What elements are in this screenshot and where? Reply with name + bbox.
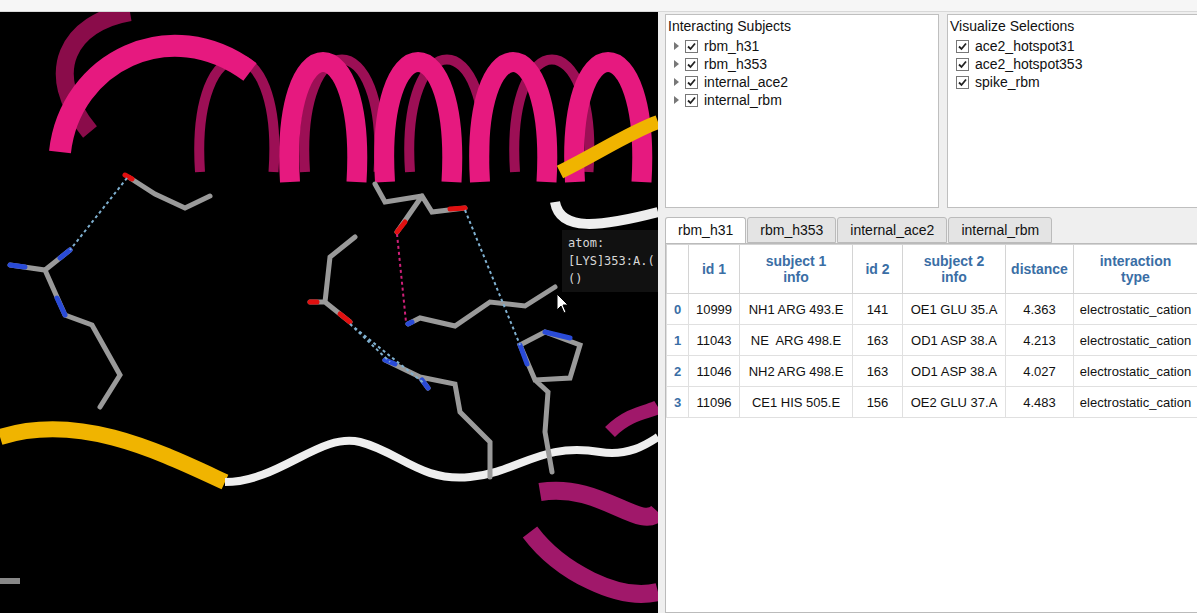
column-header[interactable]: id 2	[853, 245, 903, 294]
checkbox[interactable]	[685, 76, 698, 89]
table-cell: 11046	[689, 356, 740, 387]
column-header[interactable]: id 1	[689, 245, 740, 294]
results-table: id 1subject 1 infoid 2subject 2 infodist…	[665, 243, 1197, 613]
table-cell: NE ARG 498.E	[740, 325, 853, 356]
tooltip-line: ()	[568, 270, 654, 288]
tab[interactable]: internal_ace2	[837, 217, 947, 243]
table-row[interactable]: 111043NE ARG 498.E163OD1 ASP 38.A4.213el…	[667, 325, 1197, 356]
table-cell: 156	[853, 387, 903, 418]
item-label: spike_rbm	[975, 74, 1040, 90]
table-cell: 10999	[689, 294, 740, 325]
checkbox[interactable]	[956, 40, 969, 53]
app-window: atom:[LYS]353:A.(() Interacting Subjects r…	[0, 0, 1197, 613]
table-cell: 0	[667, 294, 689, 325]
check-icon	[687, 60, 696, 69]
tab[interactable]: internal_rbm	[948, 217, 1052, 243]
subject-item[interactable]: rbm_h353	[668, 55, 938, 73]
table-row[interactable]: 010999NH1 ARG 493.E141OE1 GLU 35.A4.363e…	[667, 294, 1197, 325]
tab[interactable]: rbm_h31	[665, 217, 746, 243]
table-row[interactable]: 311096CE1 HIS 505.E156OE2 GLU 37.A4.483e…	[667, 387, 1197, 418]
subject-item[interactable]: internal_ace2	[668, 73, 938, 91]
check-icon	[958, 42, 967, 51]
table-cell: 4.027	[1006, 356, 1074, 387]
expand-icon[interactable]	[674, 42, 679, 50]
item-label: rbm_h31	[704, 38, 759, 54]
table-cell: CE1 HIS 505.E	[740, 387, 853, 418]
table-cell: 11096	[689, 387, 740, 418]
table-cell: 3	[667, 387, 689, 418]
check-icon	[687, 96, 696, 105]
subject-item[interactable]: internal_rbm	[668, 91, 938, 109]
table-cell: electrostatic_cation	[1074, 294, 1197, 325]
check-icon	[958, 78, 967, 87]
molecule-scene[interactable]	[0, 12, 658, 613]
table-cell: NH1 ARG 493.E	[740, 294, 853, 325]
expand-icon[interactable]	[674, 60, 679, 68]
table-cell: 11043	[689, 325, 740, 356]
table-cell: 163	[853, 325, 903, 356]
table-cell: 2	[667, 356, 689, 387]
checkbox[interactable]	[956, 58, 969, 71]
panel-title: Interacting Subjects	[668, 17, 938, 35]
table-row[interactable]: 211046NH2 ARG 498.E163OD1 ASP 38.A4.027e…	[667, 356, 1197, 387]
column-header[interactable]: subject 2 info	[903, 245, 1006, 294]
table-cell: 4.213	[1006, 325, 1074, 356]
table-cell: electrostatic_cation	[1074, 387, 1197, 418]
expand-icon[interactable]	[674, 78, 679, 86]
table-cell: NH2 ARG 498.E	[740, 356, 853, 387]
table-cell: electrostatic_cation	[1074, 325, 1197, 356]
selections-panel: Visualize Selections ace2_hotspot31 ace2_h…	[947, 14, 1197, 208]
atom-tooltip: atom:[LYS]353:A.(()	[562, 230, 658, 292]
table-cell: 1	[667, 325, 689, 356]
item-label: ace2_hotspot353	[975, 56, 1082, 72]
item-label: internal_ace2	[704, 74, 788, 90]
tab[interactable]: rbm_h353	[747, 217, 836, 243]
selection-item[interactable]: ace2_hotspot353	[950, 55, 1197, 73]
top-strip	[0, 0, 1197, 12]
table-cell: 4.483	[1006, 387, 1074, 418]
selection-item[interactable]: spike_rbm	[950, 73, 1197, 91]
subjects-panel: Interacting Subjects rbm_h31 rbm_h353inter…	[665, 14, 939, 208]
table-cell: OE1 GLU 35.A	[903, 294, 1006, 325]
item-label: rbm_h353	[704, 56, 767, 72]
tooltip-line: atom:	[568, 234, 654, 252]
item-label: ace2_hotspot31	[975, 38, 1075, 54]
subject-item[interactable]: rbm_h31	[668, 37, 938, 55]
selection-item[interactable]: ace2_hotspot31	[950, 37, 1197, 55]
checkbox[interactable]	[685, 40, 698, 53]
check-icon	[687, 42, 696, 51]
table-cell: OE2 GLU 37.A	[903, 387, 1006, 418]
expand-icon[interactable]	[674, 96, 679, 104]
table-cell: 141	[853, 294, 903, 325]
panel-title: Visualize Selections	[950, 17, 1197, 35]
table-cell: electrostatic_cation	[1074, 356, 1197, 387]
pointer-icon	[557, 294, 568, 313]
table-cell: 4.363	[1006, 294, 1074, 325]
checkbox[interactable]	[685, 58, 698, 71]
side-panel: Interacting Subjectsrbm_h31rbm_h353inter…	[658, 12, 1197, 613]
tab-bar: rbm_h31rbm_h353internal_ace2internal_rbm	[665, 216, 1197, 243]
checkbox[interactable]	[685, 94, 698, 107]
check-icon	[687, 78, 696, 87]
item-label: internal_rbm	[704, 92, 782, 108]
column-header[interactable]	[667, 245, 689, 294]
table-cell: OD1 ASP 38.A	[903, 325, 1006, 356]
column-header[interactable]: distance	[1006, 245, 1074, 294]
table-header: id 1subject 1 infoid 2subject 2 infodist…	[667, 245, 1197, 294]
checkbox[interactable]	[956, 76, 969, 89]
table-cell: 163	[853, 356, 903, 387]
viewer[interactable]: atom:[LYS]353:A.(()	[0, 12, 658, 613]
check-icon	[958, 60, 967, 69]
column-header[interactable]: interaction type	[1074, 245, 1197, 294]
table-cell: OD1 ASP 38.A	[903, 356, 1006, 387]
tooltip-line: [LYS]353:A.(	[568, 252, 654, 270]
column-header[interactable]: subject 1 info	[740, 245, 853, 294]
